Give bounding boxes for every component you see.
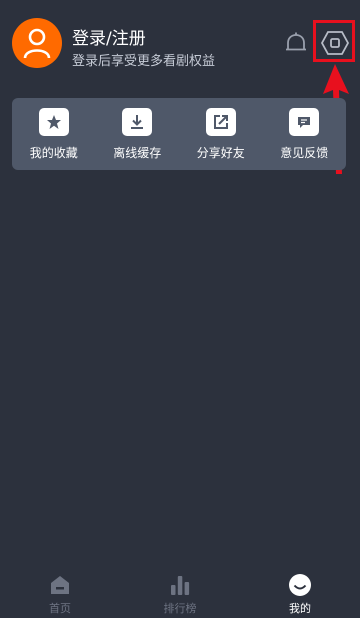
share-icon [205, 107, 236, 136]
login-benefits-text: 登录后享受更多看剧权益 [72, 54, 216, 69]
share-friends-label: 分享好友 [196, 145, 245, 160]
bell-icon[interactable] [283, 30, 309, 56]
home-icon [51, 576, 69, 594]
tab-home-label: 首页 [49, 602, 71, 615]
tab-mine-label: 我的 [289, 602, 311, 615]
favorites-button[interactable]: 我的收藏 [19, 107, 89, 161]
offline-cache-label: 离线缓存 [113, 145, 162, 160]
share-friends-button[interactable]: 分享好友 [186, 107, 256, 161]
offline-cache-button[interactable]: 离线缓存 [102, 107, 172, 161]
feedback-icon [289, 107, 320, 136]
star-icon [38, 107, 69, 136]
tab-mine[interactable]: 我的 [240, 566, 360, 618]
bottom-tab-bar: 首页 排行榜 我的 [0, 566, 360, 618]
tab-ranking[interactable]: 排行榜 [120, 566, 240, 618]
download-icon [122, 107, 153, 136]
feedback-button[interactable]: 意见反馈 [269, 107, 339, 161]
ranking-icon [171, 576, 190, 595]
user-icon [23, 28, 51, 59]
favorites-label: 我的收藏 [29, 145, 78, 160]
profile-header: 登录/注册 登录后享受更多看剧权益 [0, 0, 360, 90]
profile-icon [289, 574, 311, 596]
quick-actions-card: 我的收藏 离线缓存 分享好友 意见反馈 [12, 98, 346, 170]
feedback-label: 意见反馈 [280, 145, 329, 160]
tab-ranking-label: 排行榜 [163, 602, 197, 615]
avatar[interactable] [12, 18, 62, 68]
settings-icon[interactable] [320, 28, 350, 58]
login-register-link[interactable]: 登录/注册 [72, 24, 146, 49]
tab-home[interactable]: 首页 [0, 566, 120, 618]
